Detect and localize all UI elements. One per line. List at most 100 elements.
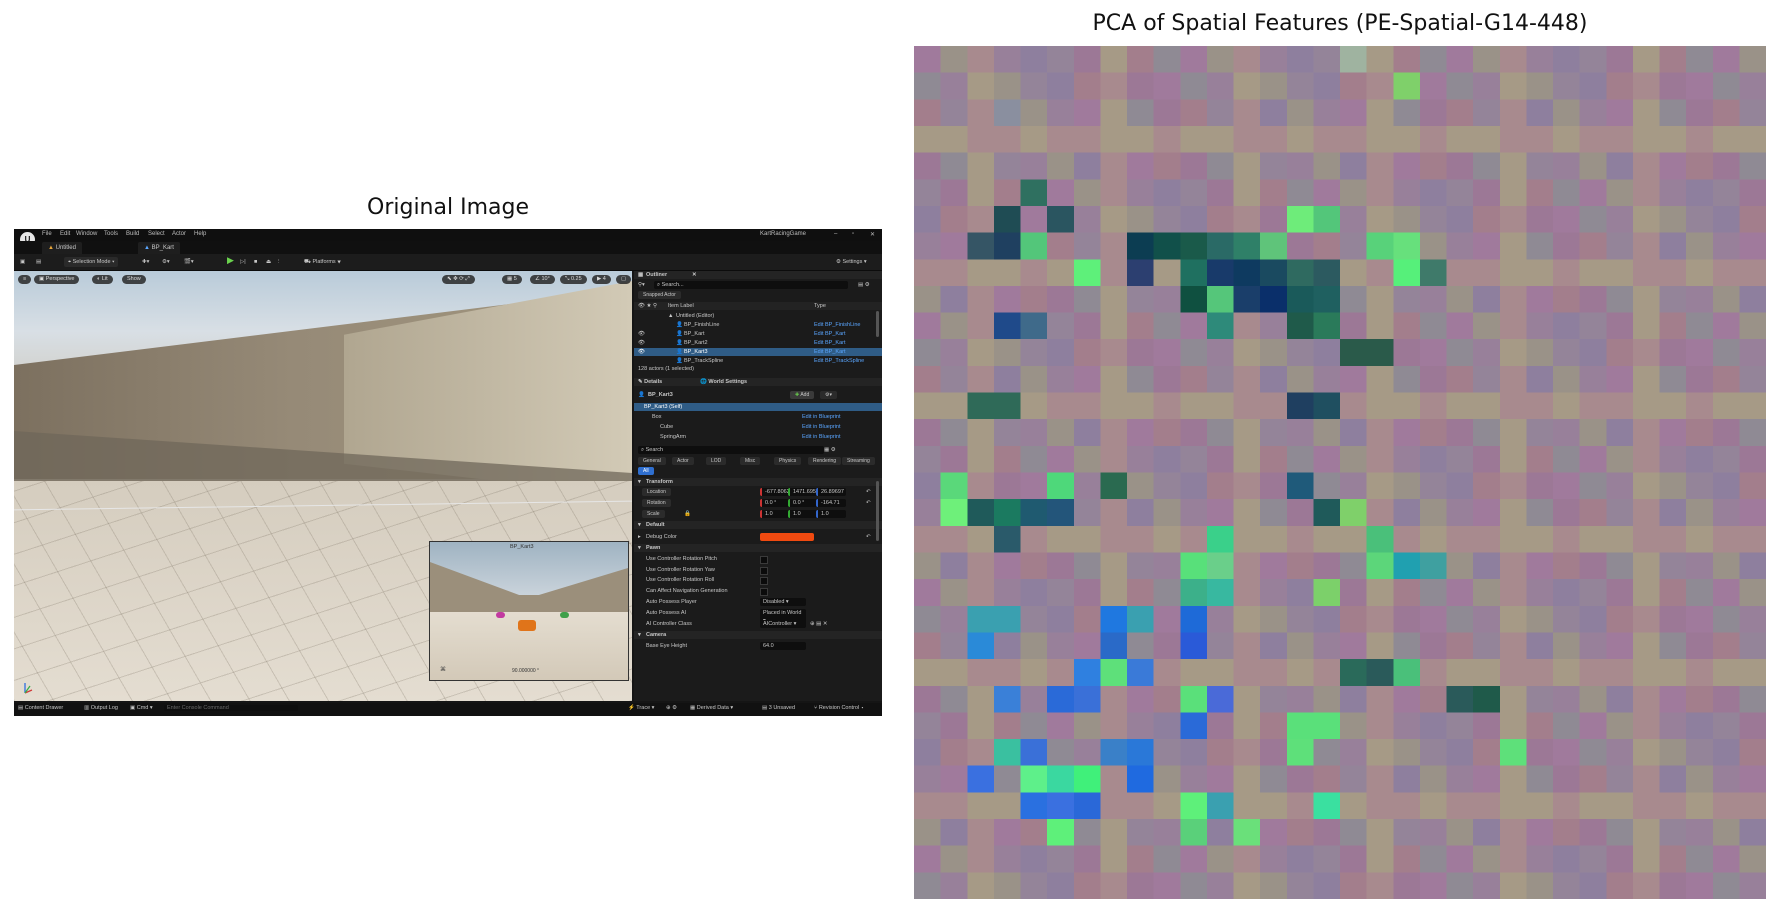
level-viewport[interactable]: ≡ ▣ Perspective ◐ Lit Show ⬉ ✥ ⟳ ⤢ ▦ 5 ∠… xyxy=(14,271,632,701)
eye-icon[interactable]: 👁 xyxy=(638,339,645,347)
outliner-row[interactable]: 👤 BP_FinishLine Edit BP_FinishLine xyxy=(634,321,882,329)
scale-z[interactable]: 1.0 xyxy=(816,510,846,518)
component-row[interactable]: Cube Edit in Blueprint xyxy=(634,423,882,431)
stop-icon[interactable]: ■ xyxy=(254,257,257,267)
console-input[interactable]: Enter Console Command xyxy=(164,705,298,711)
close-icon[interactable]: ✕ xyxy=(870,231,875,238)
location-x[interactable]: -677.80621 xyxy=(760,488,793,496)
perspective-button[interactable]: ▣ Perspective xyxy=(34,275,80,284)
grid-snap-button[interactable]: ▦ 5 xyxy=(502,275,522,284)
more-icon[interactable]: ⋮ xyxy=(276,257,282,267)
revision-control-button[interactable]: ⑂ Revision Control ▾ xyxy=(814,705,864,711)
maximize-icon[interactable]: ▫ xyxy=(852,231,854,237)
lit-button[interactable]: ◐ Lit xyxy=(92,275,113,284)
snapped-actor-chip[interactable]: Snapped Actor xyxy=(638,291,681,299)
category-actor[interactable]: Actor xyxy=(672,457,694,465)
rotation-snap-button[interactable]: ∠ 10° xyxy=(530,275,555,284)
menu-edit[interactable]: Edit xyxy=(60,231,70,237)
category-lod[interactable]: LOD xyxy=(706,457,727,465)
location-reset-icon[interactable]: ↶ xyxy=(866,488,871,496)
pawn-property-checkbox[interactable] xyxy=(760,556,768,564)
pawn-section[interactable]: ▾ Pawn xyxy=(634,544,882,552)
blueprint-menu-icon[interactable]: ⚙▾ xyxy=(162,257,170,267)
eye-icon[interactable]: 👁 xyxy=(638,330,645,338)
category-misc[interactable]: Misc xyxy=(740,457,761,465)
menu-window[interactable]: Window xyxy=(76,231,97,237)
component-row[interactable]: Box Edit in Blueprint xyxy=(634,413,882,421)
edit-in-blueprint-link[interactable]: Edit in Blueprint xyxy=(802,433,841,441)
camera-speed-button[interactable]: ▶ 4 xyxy=(592,275,611,284)
add-component-button[interactable]: ✚ Add xyxy=(790,391,815,399)
category-physics[interactable]: Physics xyxy=(774,457,802,465)
location-z[interactable]: 26.89697 xyxy=(816,488,846,496)
details-search-input[interactable]: ⌕ Search xyxy=(638,446,824,454)
unsaved-button[interactable]: ▤ 3 Unsaved xyxy=(762,705,795,711)
category-all[interactable]: All xyxy=(638,467,654,475)
eject-icon[interactable]: ⏏ xyxy=(266,257,271,267)
category-general[interactable]: General xyxy=(638,457,666,465)
column-type[interactable]: Type xyxy=(814,302,826,310)
category-rendering[interactable]: Rendering xyxy=(808,457,842,465)
blueprint-options-button[interactable]: ⚙▾ xyxy=(820,391,837,399)
viewport-options-button[interactable]: ▢ xyxy=(616,275,632,284)
component-row[interactable]: SpringArm Edit in Blueprint xyxy=(634,433,882,441)
scale-x[interactable]: 1.0 xyxy=(760,510,790,518)
outliner-row-type[interactable]: Edit BP_FinishLine xyxy=(814,321,860,329)
base-eye-input[interactable]: 64.0 xyxy=(760,642,806,650)
outliner-close-icon[interactable]: ✕ xyxy=(692,271,697,279)
details-scrollbar[interactable] xyxy=(876,481,879,541)
default-section[interactable]: ▾ Default xyxy=(634,521,882,529)
selection-mode-dropdown[interactable]: ⌖ Selection Mode ▾ xyxy=(64,257,119,267)
outliner-row-type[interactable]: Edit BP_TrackSpline xyxy=(814,357,864,365)
derived-data-button[interactable]: ▦ Derived Data ▾ xyxy=(690,705,733,711)
rotation-reset-icon[interactable]: ↶ xyxy=(866,499,871,507)
outliner-row[interactable]: 👁 👤 BP_Kart3 Edit BP_Kart xyxy=(634,348,882,356)
cmd-dropdown[interactable]: ▣ Cmd ▾ xyxy=(130,705,153,711)
settings-dropdown[interactable]: ⚙ Settings ▾ xyxy=(836,257,867,267)
menu-build[interactable]: Build xyxy=(126,231,139,237)
filter-icon[interactable]: ⚲▾ xyxy=(638,281,645,289)
rotation-x[interactable]: 0.0 ° xyxy=(760,499,790,507)
outliner-row-type[interactable]: Edit BP_Kart xyxy=(814,348,846,356)
details-view-icons[interactable]: ▦ ⚙ xyxy=(824,446,836,454)
save-icon[interactable]: ▣ xyxy=(20,257,25,267)
tab-bp-kart[interactable]: ▲ BP_Kart xyxy=(138,242,180,254)
browse-icon[interactable]: ▤ xyxy=(36,257,41,267)
scale-snap-button[interactable]: ⤡ 0.25 xyxy=(560,275,587,284)
show-button[interactable]: Show xyxy=(122,275,146,284)
step-icon[interactable]: ▷| xyxy=(240,257,246,267)
camera-section[interactable]: ▾ Camera xyxy=(634,631,882,639)
rotation-z[interactable]: -164.71 xyxy=(816,499,846,507)
add-actor-icon[interactable]: ✚▾ xyxy=(142,257,149,267)
outliner-add-icon[interactable]: ▤ ⚙ xyxy=(858,281,870,289)
viewport-menu-button[interactable]: ≡ xyxy=(18,275,32,284)
pawn-property-checkbox[interactable] xyxy=(760,577,768,585)
pawn-property-checkbox[interactable] xyxy=(760,587,768,596)
debug-reset-icon[interactable]: ↶ xyxy=(866,532,871,542)
menu-help[interactable]: Help xyxy=(194,231,206,237)
transform-tools[interactable]: ⬉ ✥ ⟳ ⤢ xyxy=(442,275,475,284)
outliner-search-input[interactable]: ⌕ Search... xyxy=(654,281,848,289)
eye-icon[interactable]: 👁 xyxy=(638,348,645,356)
menu-actor[interactable]: Actor xyxy=(172,231,186,237)
output-log-button[interactable]: ▥ Output Log xyxy=(84,705,118,711)
auto-possess-player-select[interactable]: Disabled ▾ xyxy=(760,598,806,606)
menu-file[interactable]: File xyxy=(42,231,52,237)
details-tab[interactable]: ✎ Details xyxy=(638,378,662,386)
transform-section[interactable]: ▾ Transform xyxy=(634,478,882,486)
outliner-scrollbar[interactable] xyxy=(876,311,879,337)
menu-tools[interactable]: Tools xyxy=(104,231,118,237)
location-y[interactable]: 1471.695 xyxy=(788,488,818,496)
ai-controller-browse-icons[interactable]: ⊕ ▤ ✕ xyxy=(810,620,827,628)
scale-label[interactable]: Scale xyxy=(642,510,665,518)
rotation-y[interactable]: 0.0 ° xyxy=(788,499,818,507)
tab-untitled[interactable]: ▲ Untitled xyxy=(42,242,82,254)
scale-lock-icon[interactable]: 🔒 xyxy=(684,510,691,518)
minimize-icon[interactable]: – xyxy=(834,231,837,237)
edit-in-blueprint-link[interactable]: Edit in Blueprint xyxy=(802,423,841,431)
content-drawer-button[interactable]: ▤ Content Drawer xyxy=(18,705,63,711)
world-settings-tab[interactable]: 🌐 World Settings xyxy=(700,378,747,386)
outliner-row-type[interactable]: Edit BP_Kart xyxy=(814,330,846,338)
rotation-label[interactable]: Rotation xyxy=(642,499,671,507)
status-icons[interactable]: ⊕ ⚙ xyxy=(666,705,677,711)
